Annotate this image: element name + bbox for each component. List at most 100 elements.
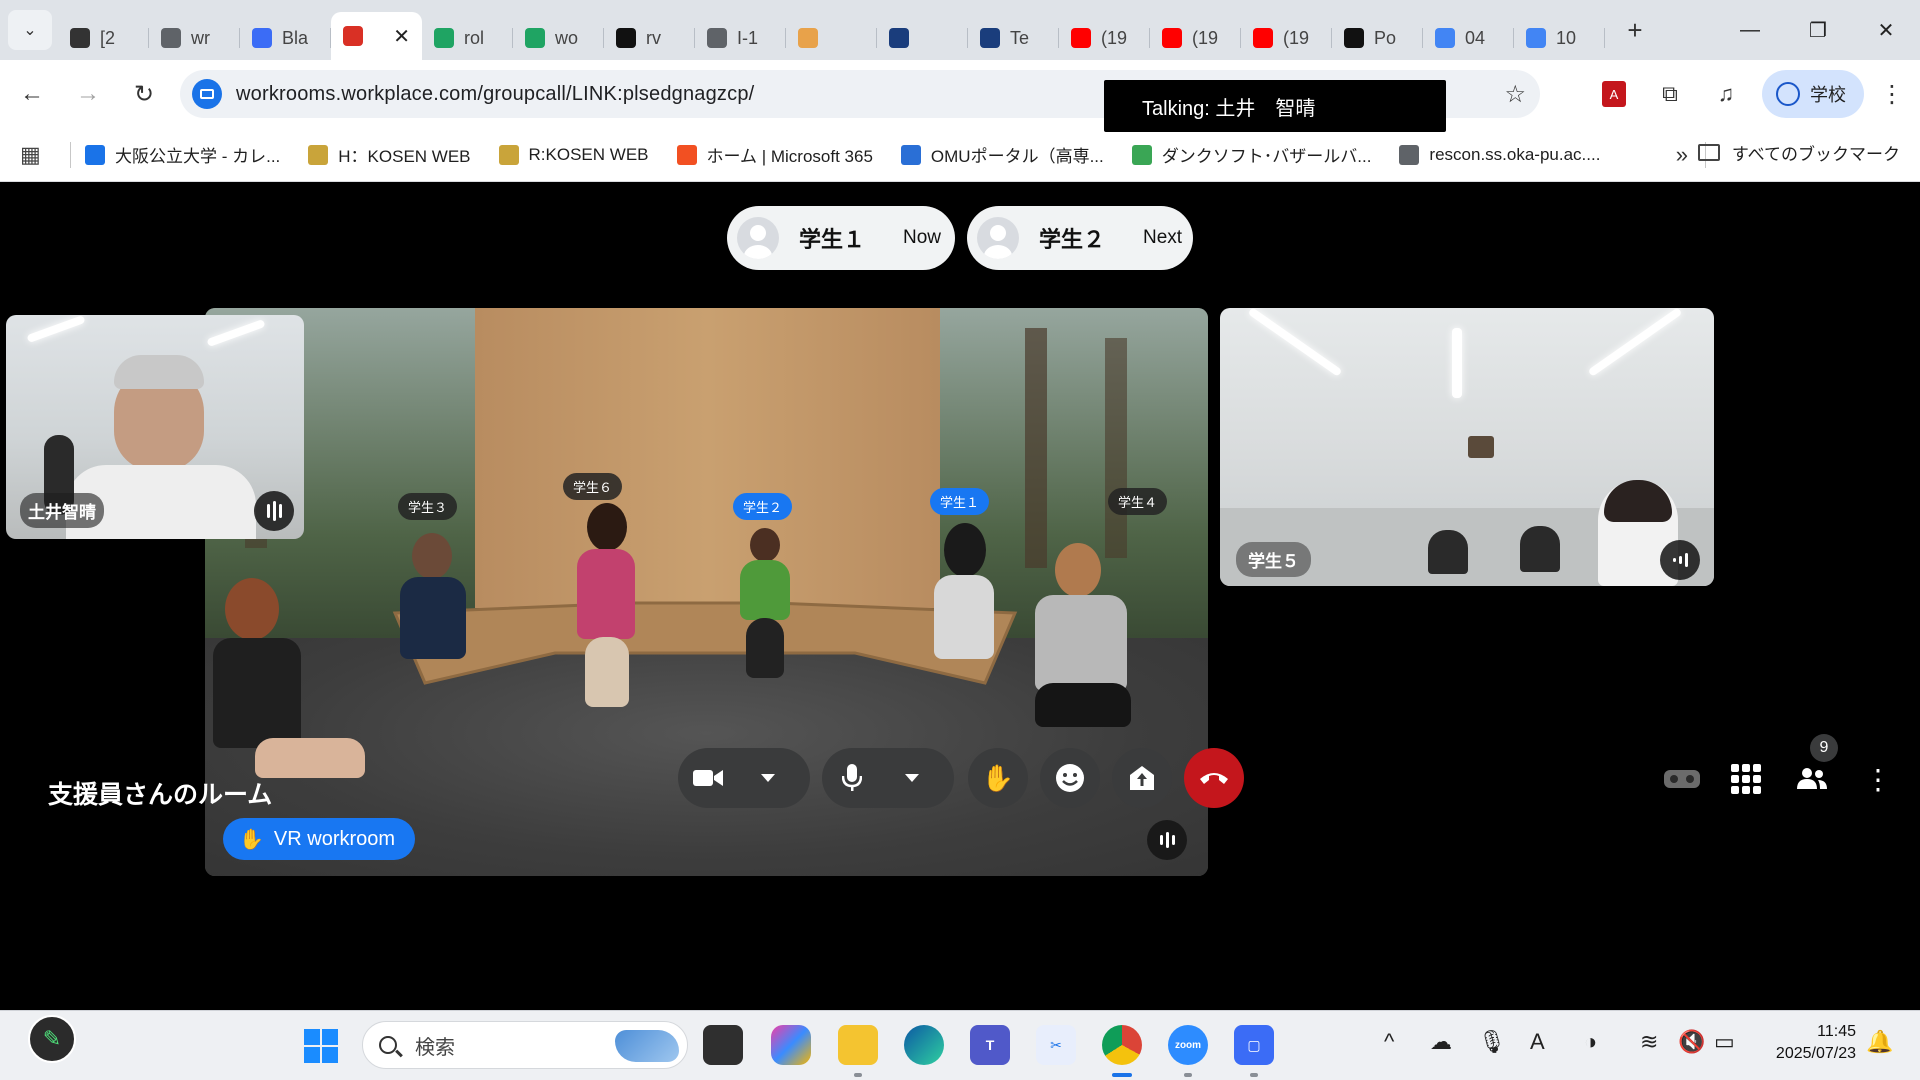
- bookmarks-bar: ▦ 大阪公立大学 - カレ... H：KOSEN WEB R:KOSEN WEB ホー…: [0, 128, 1920, 182]
- taskbar-search[interactable]: 検索: [362, 1021, 688, 1069]
- person-hair: [114, 355, 204, 389]
- end-call-button[interactable]: [1184, 748, 1244, 808]
- tab-title: (19: [1101, 27, 1128, 48]
- camera-options-button[interactable]: [738, 748, 798, 808]
- all-bookmarks-button[interactable]: すべてのブックマーク: [1697, 140, 1900, 165]
- tab-list: [2 wr Bla ✕ rol wo rv I-1 Te (19 (19 (19 Po 04 10: [58, 0, 1605, 60]
- browser-tab[interactable]: (19: [1241, 16, 1332, 60]
- camera-control-group: [678, 748, 810, 808]
- talking-tooltip: Talking: 土井 智晴: [1104, 80, 1446, 132]
- tray-overflow-icon[interactable]: ^: [1384, 1029, 1394, 1055]
- tm-icon: [889, 28, 909, 48]
- bookmark-item[interactable]: H：KOSEN WEB: [308, 142, 471, 167]
- system-clock[interactable]: 11:45 2025/07/23: [1762, 1021, 1856, 1065]
- more-options-button[interactable]: ⋮: [1856, 757, 1900, 801]
- browser-tab[interactable]: [877, 16, 968, 60]
- acrobat-extension-icon[interactable]: A: [1590, 70, 1638, 118]
- audio-level-icon: [1660, 540, 1700, 580]
- google-icon: [1526, 28, 1546, 48]
- self-video-tile[interactable]: 土井智晴: [6, 315, 304, 539]
- vr-name-tag: 学生３: [398, 493, 458, 520]
- speaker-next-name: 学生２: [1039, 227, 1106, 252]
- bookmark-label: rescon.ss.oka-pu.ac....: [1429, 144, 1601, 164]
- browser-tab[interactable]: wr: [149, 16, 240, 60]
- participants-button[interactable]: [1790, 757, 1834, 801]
- mic-options-button[interactable]: [882, 748, 942, 808]
- self-name-label: 土井智晴: [20, 493, 104, 528]
- bookmark-item[interactable]: ダンクソフト･バザールバ...: [1131, 142, 1372, 167]
- reload-button[interactable]: ↻: [120, 70, 168, 118]
- zoom-icon[interactable]: zoom: [1168, 1025, 1208, 1065]
- url-text[interactable]: workrooms.workplace.com/groupcall/LINK:p…: [236, 83, 754, 106]
- snipping-tool-icon[interactable]: ✂: [1036, 1025, 1076, 1065]
- media-control-icon[interactable]: ♫: [1702, 70, 1750, 118]
- call-area: 学生１ Now 学生２ Next 学生３ 学生６ 学生２ 学生１ 学生４ ✋ V…: [0, 182, 1920, 1010]
- wifi-icon[interactable]: ≋: [1640, 1029, 1658, 1055]
- more-bookmarks-icon[interactable]: »: [1676, 142, 1688, 168]
- browser-tab[interactable]: (19: [1150, 16, 1241, 60]
- close-tab-icon[interactable]: ✕: [393, 24, 410, 49]
- tab-search-button[interactable]: ⌄: [8, 10, 52, 50]
- profile-button[interactable]: 学校: [1762, 70, 1864, 118]
- tab-title: (19: [1283, 27, 1310, 48]
- new-tab-button[interactable]: +: [1615, 10, 1655, 50]
- bookmark-item[interactable]: rescon.ss.oka-pu.ac....: [1399, 144, 1601, 165]
- browser-tab[interactable]: wo: [513, 16, 604, 60]
- share-screen-button[interactable]: [1112, 748, 1172, 808]
- browser-tab[interactable]: Po: [1332, 16, 1423, 60]
- browser-tab[interactable]: Bla: [240, 16, 331, 60]
- raise-hand-button[interactable]: ✋: [968, 748, 1028, 808]
- back-button[interactable]: ←: [8, 70, 56, 118]
- speaker-mute-icon[interactable]: 🔇: [1678, 1029, 1705, 1055]
- share-screen-icon: [1130, 766, 1154, 790]
- vr-headset-button[interactable]: [1660, 757, 1704, 801]
- site-info-icon[interactable]: [192, 79, 222, 109]
- browser-tab[interactable]: [2: [58, 16, 149, 60]
- minimize-button[interactable]: —: [1716, 0, 1784, 60]
- battery-icon[interactable]: ▭: [1714, 1029, 1735, 1055]
- font-icon[interactable]: A: [1530, 1029, 1545, 1055]
- ime-voice-icon[interactable]: 🎙: [1478, 1029, 1506, 1055]
- bookmark-item[interactable]: 大阪公立大学 - カレ...: [85, 142, 280, 167]
- browser-tab[interactable]: I-1: [695, 16, 786, 60]
- browser-tab[interactable]: [786, 16, 877, 60]
- camera-button[interactable]: [678, 748, 738, 808]
- close-window-button[interactable]: ✕: [1852, 0, 1920, 60]
- focus-icon[interactable]: ◑: [1584, 1029, 1597, 1055]
- notification-bell-icon[interactable]: 🔔: [1866, 1029, 1893, 1055]
- bookmark-item[interactable]: ホーム | Microsoft 365: [676, 142, 873, 167]
- bookmark-label: ダンクソフト･バザールバ...: [1161, 147, 1372, 166]
- pen-icon[interactable]: ✎: [28, 1015, 76, 1063]
- onedrive-icon[interactable]: ☁: [1430, 1029, 1452, 1055]
- classroom-video-tile[interactable]: 学生５: [1220, 308, 1714, 586]
- browser-tab[interactable]: rol: [422, 16, 513, 60]
- vr-headset-icon: [1664, 770, 1700, 788]
- browser-tab[interactable]: (19: [1059, 16, 1150, 60]
- browser-tab[interactable]: 10: [1514, 16, 1605, 60]
- task-view-icon[interactable]: [703, 1025, 743, 1065]
- tab-title: wo: [555, 27, 579, 48]
- bookmark-item[interactable]: R:KOSEN WEB: [498, 144, 649, 165]
- browser-tab[interactable]: 04: [1423, 16, 1514, 60]
- apps-button[interactable]: [1724, 757, 1768, 801]
- chrome-menu-button[interactable]: ⋮: [1872, 80, 1912, 109]
- browser-tab[interactable]: rv: [604, 16, 695, 60]
- extensions-icon[interactable]: ⧉: [1646, 70, 1694, 118]
- app-icon[interactable]: ▢: [1234, 1025, 1274, 1065]
- apps-grid-icon[interactable]: ▦: [20, 142, 60, 168]
- browser-tab[interactable]: ✕: [331, 12, 422, 60]
- copilot-icon[interactable]: [771, 1025, 811, 1065]
- file-explorer-icon[interactable]: [838, 1025, 878, 1065]
- restore-button[interactable]: ❐: [1784, 0, 1852, 60]
- bookmark-item[interactable]: OMUポータル（高専...: [900, 142, 1104, 167]
- forward-button[interactable]: →: [64, 70, 112, 118]
- microphone-button[interactable]: [822, 748, 882, 808]
- chrome-icon[interactable]: [1102, 1025, 1142, 1065]
- teams-icon[interactable]: T: [970, 1025, 1010, 1065]
- browser-tab[interactable]: Te: [968, 16, 1059, 60]
- windows-start-button[interactable]: [304, 1029, 338, 1063]
- bookmark-star-icon[interactable]: ☆: [1504, 80, 1526, 109]
- reactions-button[interactable]: [1040, 748, 1100, 808]
- tab-title: Bla: [282, 27, 309, 48]
- edge-icon[interactable]: [904, 1025, 944, 1065]
